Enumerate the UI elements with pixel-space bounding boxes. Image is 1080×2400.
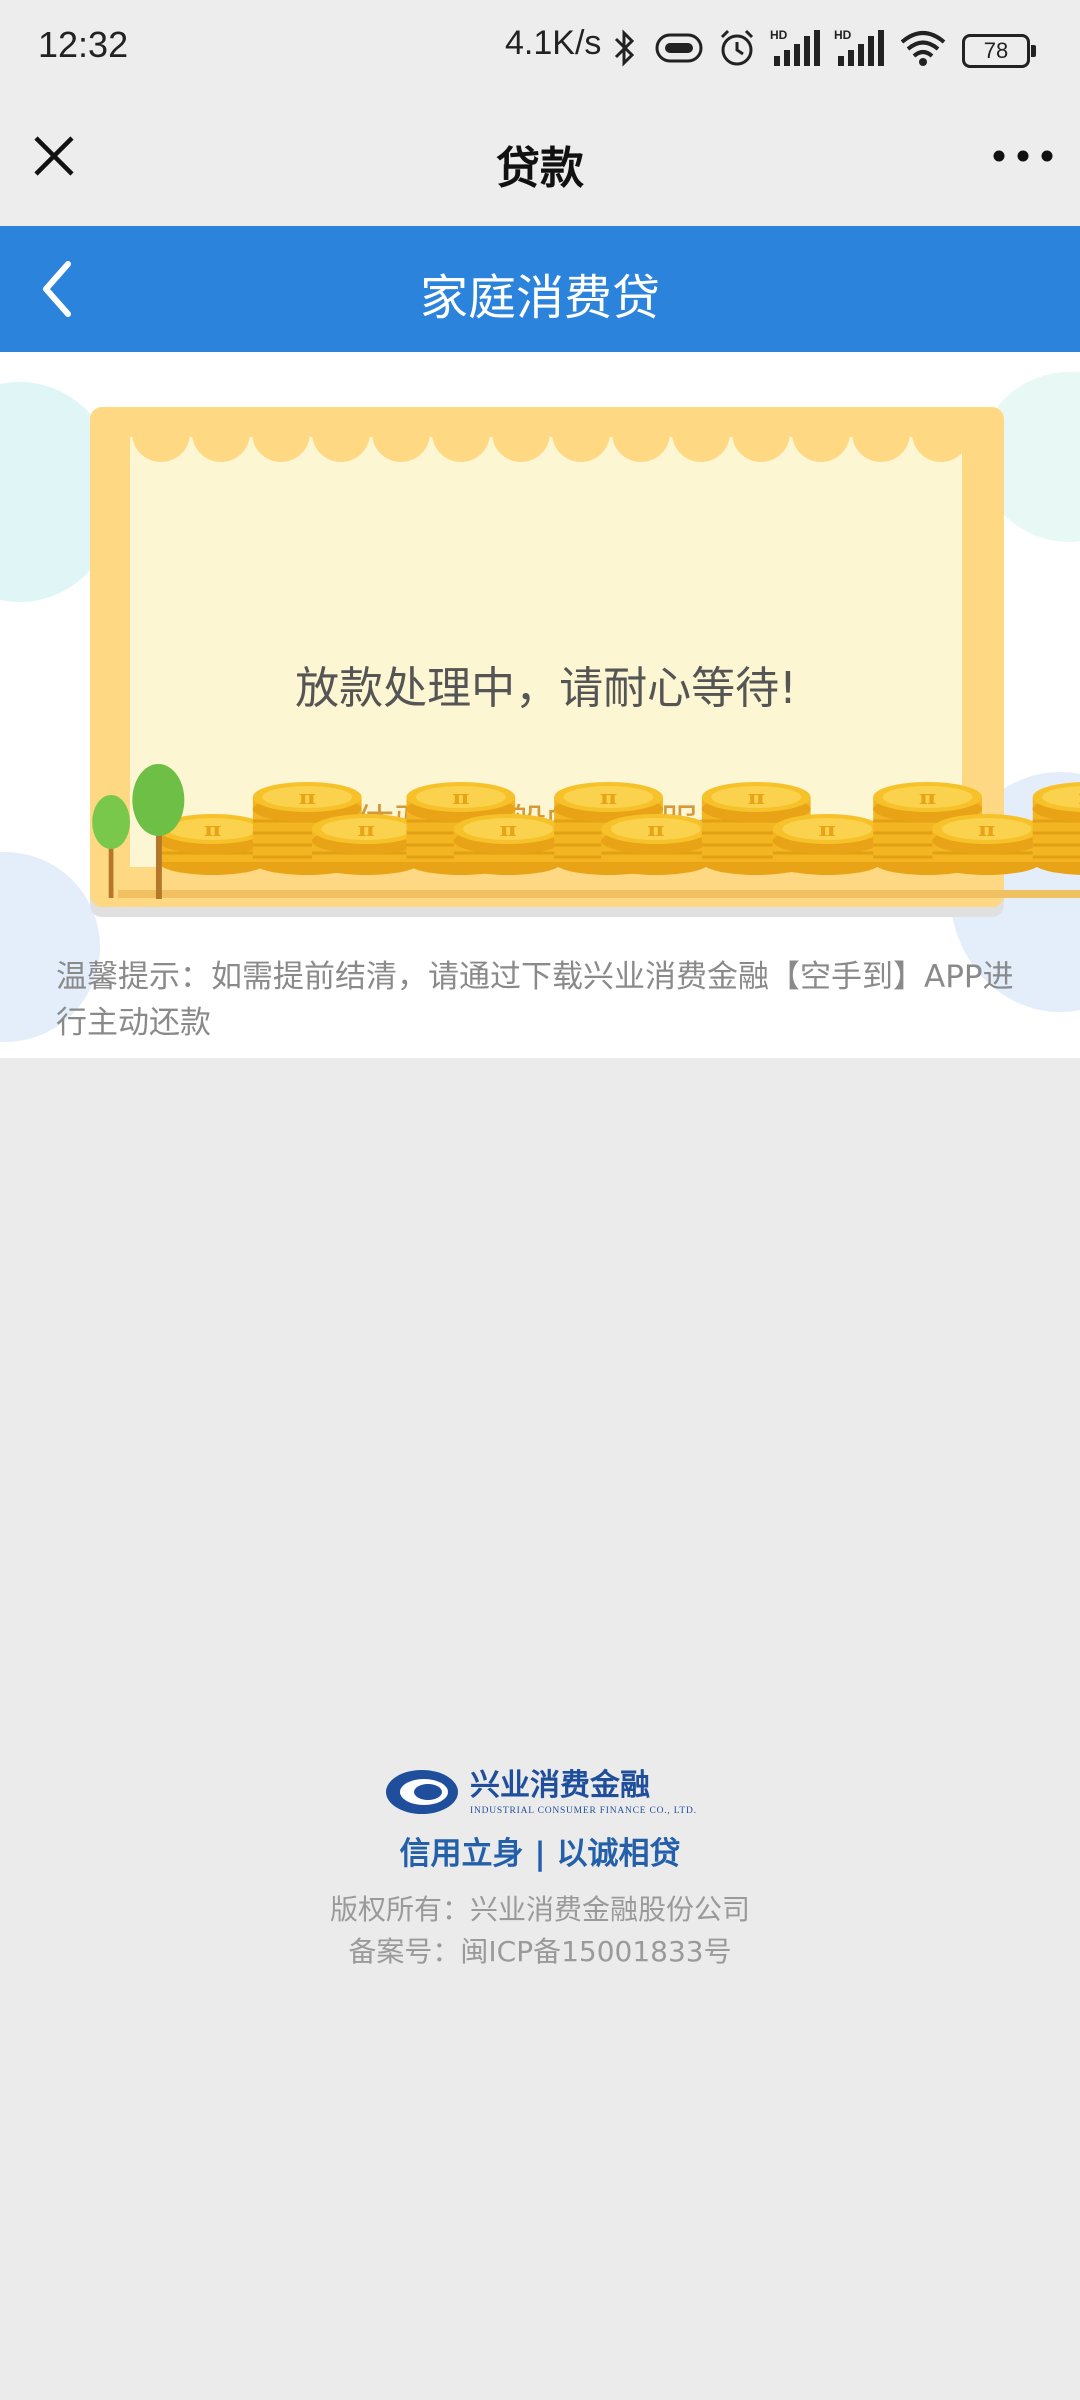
section-header: 家庭消费贷: [0, 226, 1080, 352]
status-panel: 放款处理中，请耐心等待! 体验飞一般的贷款服务 π: [0, 352, 1080, 1058]
svg-text:INDUSTRIAL CONSUMER FINANCE CO: INDUSTRIAL CONSUMER FINANCE CO., LTD.: [470, 1806, 696, 1816]
icp-record: 备案号：闽ICP备15001833号: [348, 1935, 732, 1968]
wifi-icon: [900, 31, 946, 66]
signal-hd-icon-2: HD: [834, 28, 884, 66]
hint-text: 温馨提示：如需提前结清，请通过下载兴业消费金融【空手到】APP进行主动还款: [56, 959, 1014, 1041]
page-title: 贷款: [496, 143, 584, 194]
company-logo: 兴业消费金融 INDUSTRIAL CONSUMER FINANCE CO., …: [386, 1768, 696, 1816]
company-slogan: 信用立身 | 以诚相贷: [399, 1836, 681, 1872]
section-title: 家庭消费贷: [419, 270, 660, 326]
svg-text:HD: HD: [834, 28, 852, 42]
status-time: 12:32: [38, 24, 129, 65]
copyright-text: 版权所有：兴业消费金融股份公司: [329, 1893, 750, 1926]
more-options-icon[interactable]: [988, 134, 1058, 178]
scallop-border: [132, 425, 962, 462]
signal-hd-icon: HD: [770, 28, 820, 66]
svg-text:HD: HD: [770, 28, 788, 42]
alarm-icon: [720, 29, 754, 66]
coins-illustration: π: [92, 764, 1080, 899]
network-speed: 4.1K/s: [505, 24, 602, 62]
vibrate-icon: [655, 33, 703, 63]
app-title-bar: 贷款: [0, 96, 1080, 226]
status-bar: 12:32 4.1K/s HD HD 78: [0, 0, 1080, 96]
bluetooth-icon: [614, 29, 635, 67]
battery-indicator: 78: [962, 34, 1036, 68]
status-message: 放款处理中，请耐心等待!: [295, 663, 797, 714]
svg-text:兴业消费金融: 兴业消费金融: [470, 1768, 650, 1803]
status-icons: HD HD: [610, 26, 948, 70]
